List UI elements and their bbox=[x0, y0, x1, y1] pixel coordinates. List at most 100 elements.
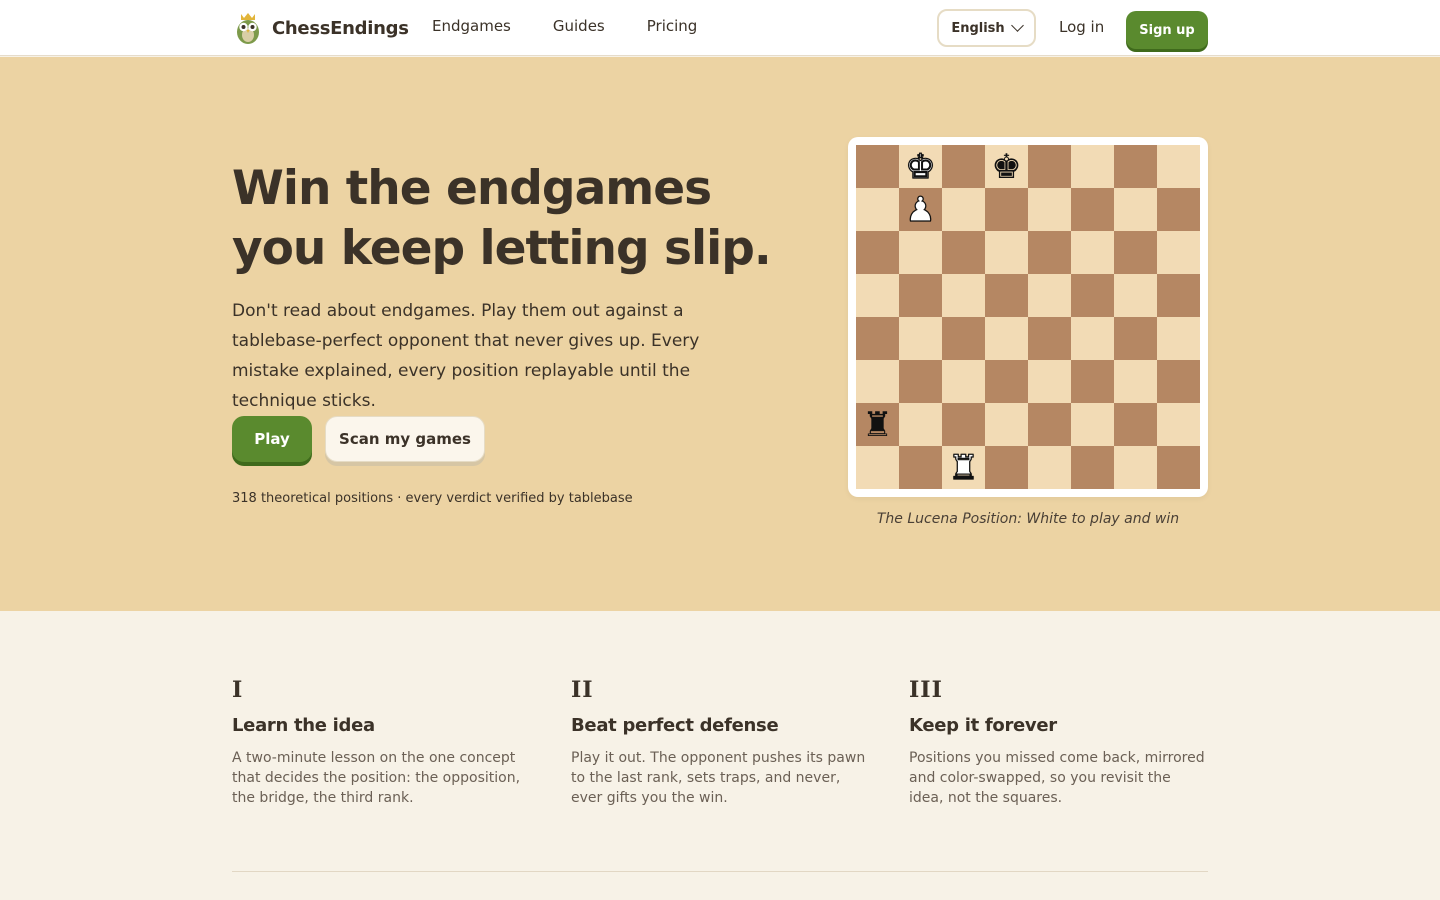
square-h1[interactable] bbox=[1157, 446, 1200, 489]
square-f6[interactable] bbox=[1071, 231, 1114, 274]
play-button[interactable]: Play bbox=[232, 416, 312, 462]
square-f5[interactable] bbox=[1071, 274, 1114, 317]
square-c6[interactable] bbox=[942, 231, 985, 274]
white-king-icon[interactable]: ♚ bbox=[905, 149, 937, 184]
square-g5[interactable] bbox=[1114, 274, 1157, 317]
top-navbar: ChessEndings Endgames Guides Pricing Eng… bbox=[0, 0, 1440, 56]
nav-link-pricing[interactable]: Pricing bbox=[647, 17, 698, 35]
square-h8[interactable] bbox=[1157, 145, 1200, 188]
square-g7[interactable] bbox=[1114, 188, 1157, 231]
feature-text: Play it out. The opponent pushes its paw… bbox=[571, 750, 866, 806]
square-a1[interactable] bbox=[856, 446, 899, 489]
square-f2[interactable] bbox=[1071, 403, 1114, 446]
square-e5[interactable] bbox=[1028, 274, 1071, 317]
feature-defense: II Beat perfect defense Play it out. The… bbox=[571, 677, 871, 808]
feature-text: Positions you missed come back, mirrored… bbox=[909, 750, 1205, 806]
square-d1[interactable] bbox=[985, 446, 1028, 489]
square-g4[interactable] bbox=[1114, 317, 1157, 360]
square-c3[interactable] bbox=[942, 360, 985, 403]
owl-logo-icon bbox=[237, 13, 259, 44]
feature-title: Keep it forever bbox=[909, 715, 1057, 736]
square-a4[interactable] bbox=[856, 317, 899, 360]
brand-name: ChessEndings bbox=[272, 17, 409, 39]
login-link[interactable]: Log in bbox=[1059, 18, 1104, 36]
section-divider bbox=[232, 871, 1208, 872]
board-caption: The Lucena Position: White to play and w… bbox=[876, 511, 1180, 527]
square-a7[interactable] bbox=[856, 188, 899, 231]
white-pawn-icon[interactable]: ♟ bbox=[905, 192, 937, 227]
square-c4[interactable] bbox=[942, 317, 985, 360]
square-a6[interactable] bbox=[856, 231, 899, 274]
square-g3[interactable] bbox=[1114, 360, 1157, 403]
square-d2[interactable] bbox=[985, 403, 1028, 446]
square-h7[interactable] bbox=[1157, 188, 1200, 231]
black-king-icon[interactable]: ♚ bbox=[991, 150, 1021, 184]
square-d7[interactable] bbox=[985, 188, 1028, 231]
square-f7[interactable] bbox=[1071, 188, 1114, 231]
square-d6[interactable] bbox=[985, 231, 1028, 274]
signup-button[interactable]: Sign up bbox=[1126, 11, 1208, 49]
nav-link-endgames[interactable]: Endgames bbox=[432, 17, 511, 35]
feature-numeral: III bbox=[909, 677, 943, 703]
square-d5[interactable] bbox=[985, 274, 1028, 317]
square-e6[interactable] bbox=[1028, 231, 1071, 274]
square-f8[interactable] bbox=[1071, 145, 1114, 188]
square-b1[interactable] bbox=[899, 446, 942, 489]
language-select[interactable]: English bbox=[937, 9, 1036, 47]
square-g1[interactable] bbox=[1114, 446, 1157, 489]
chessboard[interactable]: ♚ ♚ ♟ ♜ ♜ bbox=[856, 145, 1200, 489]
square-g8[interactable] bbox=[1114, 145, 1157, 188]
hero-title-line-1: Win the endgames bbox=[232, 161, 712, 216]
square-e8[interactable] bbox=[1028, 145, 1071, 188]
square-b4[interactable] bbox=[899, 317, 942, 360]
square-f3[interactable] bbox=[1071, 360, 1114, 403]
square-c8[interactable] bbox=[942, 145, 985, 188]
square-h5[interactable] bbox=[1157, 274, 1200, 317]
square-b3[interactable] bbox=[899, 360, 942, 403]
features-section: I Learn the idea A two-minute lesson on … bbox=[0, 611, 1440, 900]
square-b6[interactable] bbox=[899, 231, 942, 274]
square-h2[interactable] bbox=[1157, 403, 1200, 446]
white-rook-icon[interactable]: ♜ bbox=[948, 450, 980, 485]
square-c7[interactable] bbox=[942, 188, 985, 231]
square-g6[interactable] bbox=[1114, 231, 1157, 274]
hero-title: Win the endgames you keep letting slip. bbox=[232, 159, 792, 279]
black-rook-icon[interactable]: ♜ bbox=[862, 408, 892, 442]
square-f4[interactable] bbox=[1071, 317, 1114, 360]
hero-description: Don't read about endgames. Play them out… bbox=[232, 301, 700, 411]
square-e2[interactable] bbox=[1028, 403, 1071, 446]
square-a2[interactable]: ♜ bbox=[856, 403, 899, 446]
square-f1[interactable] bbox=[1071, 446, 1114, 489]
square-c1[interactable]: ♜ bbox=[942, 446, 985, 489]
square-d4[interactable] bbox=[985, 317, 1028, 360]
square-h4[interactable] bbox=[1157, 317, 1200, 360]
square-e7[interactable] bbox=[1028, 188, 1071, 231]
nav-link-guides[interactable]: Guides bbox=[553, 17, 605, 35]
square-b7[interactable]: ♟ bbox=[899, 188, 942, 231]
square-a8[interactable] bbox=[856, 145, 899, 188]
square-e3[interactable] bbox=[1028, 360, 1071, 403]
square-b2[interactable] bbox=[899, 403, 942, 446]
brand-logo-link[interactable]: ChessEndings bbox=[232, 10, 409, 46]
square-e4[interactable] bbox=[1028, 317, 1071, 360]
square-c2[interactable] bbox=[942, 403, 985, 446]
feature-numeral: II bbox=[571, 677, 594, 703]
square-d3[interactable] bbox=[985, 360, 1028, 403]
square-d8[interactable]: ♚ bbox=[985, 145, 1028, 188]
scan-games-button[interactable]: Scan my games bbox=[325, 416, 485, 462]
square-h3[interactable] bbox=[1157, 360, 1200, 403]
square-a3[interactable] bbox=[856, 360, 899, 403]
square-c5[interactable] bbox=[942, 274, 985, 317]
square-a5[interactable] bbox=[856, 274, 899, 317]
feature-title: Learn the idea bbox=[232, 715, 375, 736]
language-label: English bbox=[951, 20, 1005, 36]
hero-title-line-2: you keep letting slip. bbox=[232, 221, 772, 276]
feature-title: Beat perfect defense bbox=[571, 715, 779, 736]
square-e1[interactable] bbox=[1028, 446, 1071, 489]
square-b5[interactable] bbox=[899, 274, 942, 317]
square-g2[interactable] bbox=[1114, 403, 1157, 446]
feature-text: A two-minute lesson on the one concept t… bbox=[232, 750, 521, 806]
square-h6[interactable] bbox=[1157, 231, 1200, 274]
square-b8[interactable]: ♚ bbox=[899, 145, 942, 188]
chevron-down-icon bbox=[1010, 19, 1024, 32]
